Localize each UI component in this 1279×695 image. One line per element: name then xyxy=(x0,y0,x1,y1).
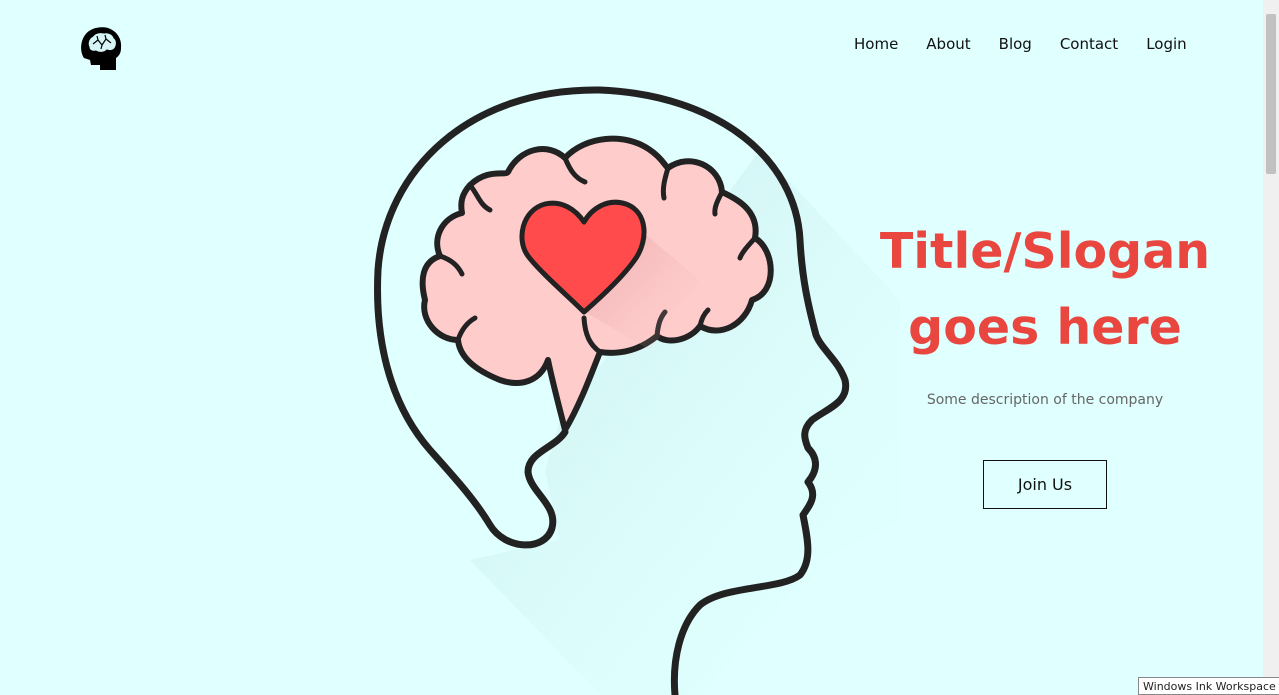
scrollbar-thumb[interactable] xyxy=(1266,14,1276,174)
head-brain-heart-illustration xyxy=(374,86,900,695)
nav-about[interactable]: About xyxy=(926,35,970,53)
hero-text: Title/Slogan goes here Some description … xyxy=(860,214,1230,509)
landing-page: Home About Blog Contact Login Title/Slog… xyxy=(0,0,1279,695)
hero-title-line2: goes here xyxy=(908,299,1182,356)
windows-ink-tooltip: Windows Ink Workspace xyxy=(1138,677,1279,695)
vertical-scrollbar[interactable] xyxy=(1263,0,1279,695)
join-us-button[interactable]: Join Us xyxy=(983,460,1107,509)
nav-login[interactable]: Login xyxy=(1146,35,1186,53)
nav-home[interactable]: Home xyxy=(854,35,898,53)
nav-contact[interactable]: Contact xyxy=(1060,35,1118,53)
nav-blog[interactable]: Blog xyxy=(999,35,1032,53)
main-nav: Home About Blog Contact Login xyxy=(854,35,1187,53)
hero-title: Title/Slogan goes here xyxy=(860,214,1230,366)
hero-description: Some description of the company xyxy=(926,392,1164,408)
head-brain-logo-icon[interactable] xyxy=(78,24,124,72)
hero-title-line1: Title/Slogan xyxy=(879,223,1211,280)
